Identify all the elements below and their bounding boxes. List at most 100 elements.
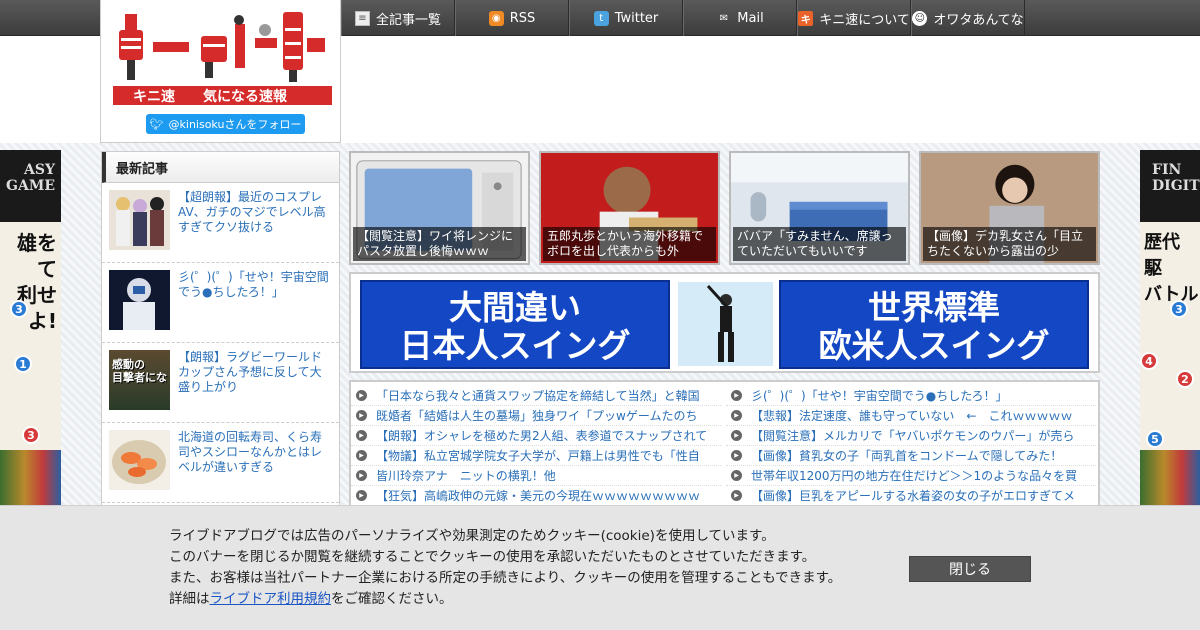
ad-copy: 雄を て 利せよ! — [0, 222, 61, 452]
link-text: 【狂気】高嶋政伸の元嫁・美元の今現在ｗｗｗｗｗｗｗｗｗ — [376, 489, 701, 503]
article-title[interactable]: 彡(゜)(゜)「せや！宇宙空間でう●ちしたろ！」 — [178, 270, 333, 342]
site-name: キニ速 — [133, 88, 175, 105]
twitter-follow-button[interactable]: 🐦︎ @kinisokuさんをフォロー — [146, 114, 305, 134]
nav-mail[interactable]: ✉ Mail — [683, 0, 797, 36]
play-bullet-icon: ▶ — [731, 390, 742, 401]
article-link[interactable]: ▶ 「日本なら我々と通貨スワップ協定を締結して当然」と韓国 — [351, 386, 721, 406]
cookie-message: ライブドアブログでは広告のパーソナライズや効果測定のためクッキー(cookie)… — [169, 526, 841, 610]
latest-article-item[interactable]: 感動の 目撃者にな 【朗報】ラグビーワールドカップさん予想に反して大盛り上がり — [102, 343, 339, 423]
nav-rss[interactable]: ◉ RSS — [455, 0, 569, 36]
link-text: 既婚者「結婚は人生の墓場」独身ワイ「プッwゲームたのち — [376, 409, 698, 423]
nav-twitter[interactable]: t Twitter — [569, 0, 683, 36]
nav-label: キニ速について — [819, 12, 910, 28]
logo-illustration — [119, 12, 325, 82]
twitter-icon: t — [593, 10, 609, 26]
latest-article-item[interactable]: 北海道の回転寿司、くら寿司やスシローなんかとはレベルが違いすぎる — [102, 423, 339, 503]
link-text: 彡(゜)(゜)「せや！宇宙空間でう●ちしたろ！」 — [751, 389, 1008, 403]
kini-icon: キ — [798, 10, 814, 26]
golfer-image — [678, 282, 773, 366]
nav-label: Mail — [737, 10, 764, 26]
ad-copy: 歴代 駆 バトル — [1140, 222, 1200, 452]
article-link[interactable]: ▶ 【画像】巨乳をアピールする水着姿の女の子がエロすぎてメ — [726, 486, 1096, 506]
ad-text-right: 世界標準 欧米人スイング — [779, 280, 1089, 369]
article-link[interactable]: ▶ 皆川玲奈アナ ニットの横乳！他 — [351, 466, 721, 486]
link-text: 【画像】巨乳をアピールする水着姿の女の子がエロすぎてメ — [751, 489, 1076, 503]
nav-label: RSS — [509, 10, 536, 26]
nav-all-articles[interactable]: ≡ 全記事一覧 — [341, 0, 455, 36]
featured-article-tile[interactable]: 五郎丸歩とかいう海外移籍でボロを出し代表からも外 — [539, 151, 720, 265]
cookie-line: また、お客様は当社パートナー企業における所定の手続きにより、クッキーの使用を管理… — [169, 570, 842, 586]
link-column-left: ▶ 「日本なら我々と通貨スワップ協定を締結して当然」と韓国 ▶ 既婚者「結婚は人生の… — [351, 386, 721, 506]
left-side-ad[interactable]: ASY GAME 雄を て 利せよ! 3 1 3 — [0, 150, 61, 510]
play-bullet-icon: ▶ — [356, 390, 367, 401]
article-link[interactable]: ▶ 【画像】貧乳女の子「両乳首をコンドームで隠してみた！ — [726, 446, 1096, 466]
top-nav: ≡ 全記事一覧 ◉ RSS t Twitter ✉ Mail キ キニ速について… — [341, 0, 1025, 36]
link-text: 皆川玲奈アナ ニットの横乳！他 — [376, 469, 556, 483]
article-title[interactable]: 【超朗報】最近のコスプレAV、ガチのマジでレベル高すぎてクソ抜ける — [178, 190, 333, 262]
golf-swing-ad[interactable]: 大間違い 日本人スイング 世界標準 欧米人スイング — [349, 272, 1100, 373]
tile-caption: 【画像】デカ乳女さん「目立ちたくないから露出の少 — [923, 227, 1096, 261]
list-icon: ≡ — [354, 10, 370, 26]
article-title[interactable]: 【朗報】ラグビーワールドカップさん予想に反して大盛り上がり — [178, 350, 333, 422]
latest-heading: 最新記事 — [102, 152, 339, 183]
featured-article-tile[interactable]: ババア「すみません、席譲っていただいてもいいです — [729, 151, 910, 265]
article-link-list: ▶ 「日本なら我々と通貨スワップ協定を締結して当然」と韓国 ▶ 既婚者「結婚は人生の… — [349, 380, 1100, 510]
link-column-right: ▶ 彡(゜)(゜)「せや！宇宙空間でう●ちしたろ！」 ▶ 【悲報】法定速度、誰も守っ… — [726, 386, 1096, 506]
featured-article-tile[interactable]: 【画像】デカ乳女さん「目立ちたくないから露出の少 — [919, 151, 1100, 265]
ad-badge: 3 — [1170, 300, 1188, 318]
article-thumbnail — [109, 190, 170, 250]
latest-article-item[interactable]: 彡(゜)(゜)「せや！宇宙空間でう●ちしたろ！」 — [102, 263, 339, 343]
ad-badge: 1 — [14, 355, 32, 373]
play-bullet-icon: ▶ — [731, 490, 742, 501]
article-link[interactable]: ▶ 彡(゜)(゜)「せや！宇宙空間でう●ちしたろ！」 — [726, 386, 1096, 406]
ad-badge: 2 — [1176, 370, 1194, 388]
tile-caption: 【閲覧注意】ワイ将レンジにパスタ放置し後悔ｗｗｗ — [353, 227, 526, 261]
ad-badge: 3 — [22, 426, 40, 444]
article-link[interactable]: ▶ 【狂気】高嶋政伸の元嫁・美元の今現在ｗｗｗｗｗｗｗｗｗ — [351, 486, 721, 506]
link-text: 【閲覧注意】メルカリで「ヤバいポケモンのウパー」が売ら — [751, 429, 1075, 443]
article-title[interactable]: 北海道の回転寿司、くら寿司やスシローなんかとはレベルが違いすぎる — [178, 430, 333, 502]
article-thumbnail: 感動の 目撃者にな — [109, 350, 170, 410]
tile-caption: ババア「すみません、席譲っていただいてもいいです — [733, 227, 906, 261]
cookie-close-button[interactable]: 閉じる — [909, 556, 1031, 582]
nav-about[interactable]: キ キニ速について — [797, 0, 911, 36]
right-side-ad[interactable]: FIN DIGIT 歴代 駆 バトル 3 4 2 5 — [1140, 150, 1200, 510]
play-bullet-icon: ▶ — [356, 470, 367, 481]
nav-owata-antenna[interactable]: ☺ オワタあんてな — [911, 0, 1025, 36]
article-link[interactable]: ▶ 【悲報】法定速度、誰も守っていない ← これｗｗｗｗｗ — [726, 406, 1096, 426]
link-text: 【悲報】法定速度、誰も守っていない ← これｗｗｗｗｗ — [751, 409, 1073, 423]
play-bullet-icon: ▶ — [356, 430, 367, 441]
article-link[interactable]: ▶ 世帯年収1200万円の地方在住だけど＞＞1のような品々を買 — [726, 466, 1096, 486]
cookie-line: 詳細はライブドア利用規約をご確認ください。 — [169, 589, 841, 610]
article-link[interactable]: ▶ 【物議】私立宮城学院女子大学が、戸籍上は男性でも「性自 — [351, 446, 721, 466]
latest-articles-panel: 最新記事 【超朗報】最近のコスプレAV、ガチのマジでレベル高すぎてクソ抜ける 彡… — [101, 151, 340, 511]
site-tagline: 気になる速報 — [203, 88, 287, 105]
cookie-line: ライブドアブログでは広告のパーソナライズや効果測定のためクッキー(cookie)… — [169, 528, 775, 544]
cookie-details-suffix: をご確認ください。 — [331, 591, 453, 607]
link-text: 【朗報】オシャレを極めた男2人組、表参道でスナップされて — [376, 429, 708, 443]
play-bullet-icon: ▶ — [731, 450, 742, 461]
ad-card-art: 3 1 3 — [0, 300, 61, 510]
article-link[interactable]: ▶ 【閲覧注意】メルカリで「ヤバいポケモンのウパー」が売ら — [726, 426, 1096, 446]
owata-face-icon: ☺ — [912, 10, 928, 26]
follow-label: @kinisokuさんをフォロー — [168, 118, 302, 131]
article-thumbnail — [109, 430, 170, 490]
play-bullet-icon: ▶ — [356, 450, 367, 461]
terms-link[interactable]: ライブドア利用規約 — [210, 591, 332, 607]
ad-badge: 3 — [10, 300, 28, 318]
play-bullet-icon: ▶ — [356, 490, 367, 501]
tile-caption: 五郎丸歩とかいう海外移籍でボロを出し代表からも外 — [543, 227, 716, 261]
article-thumbnail — [109, 270, 170, 330]
twitter-bird-icon: 🐦︎ — [149, 117, 164, 131]
nav-label: 全記事一覧 — [375, 12, 441, 28]
latest-article-item[interactable]: 【超朗報】最近のコスプレAV、ガチのマジでレベル高すぎてクソ抜ける — [102, 183, 339, 263]
cookie-consent-banner: ライブドアブログでは広告のパーソナライズや効果測定のためクッキー(cookie)… — [0, 505, 1200, 630]
link-text: 「日本なら我々と通貨スワップ協定を締結して当然」と韓国 — [376, 389, 700, 403]
featured-article-tile[interactable]: 【閲覧注意】ワイ将レンジにパスタ放置し後悔ｗｗｗ — [349, 151, 530, 265]
article-link[interactable]: ▶ 【朗報】オシャレを極めた男2人組、表参道でスナップされて — [351, 426, 721, 446]
play-bullet-icon: ▶ — [731, 430, 742, 441]
ad-text-left: 大間違い 日本人スイング — [360, 280, 670, 369]
article-link[interactable]: ▶ 既婚者「結婚は人生の墓場」独身ワイ「プッwゲームたのち — [351, 406, 721, 426]
play-bullet-icon: ▶ — [731, 410, 742, 421]
site-logo[interactable]: キニ速 気になる速報 🐦︎ @kinisokuさんをフォロー — [100, 0, 341, 143]
